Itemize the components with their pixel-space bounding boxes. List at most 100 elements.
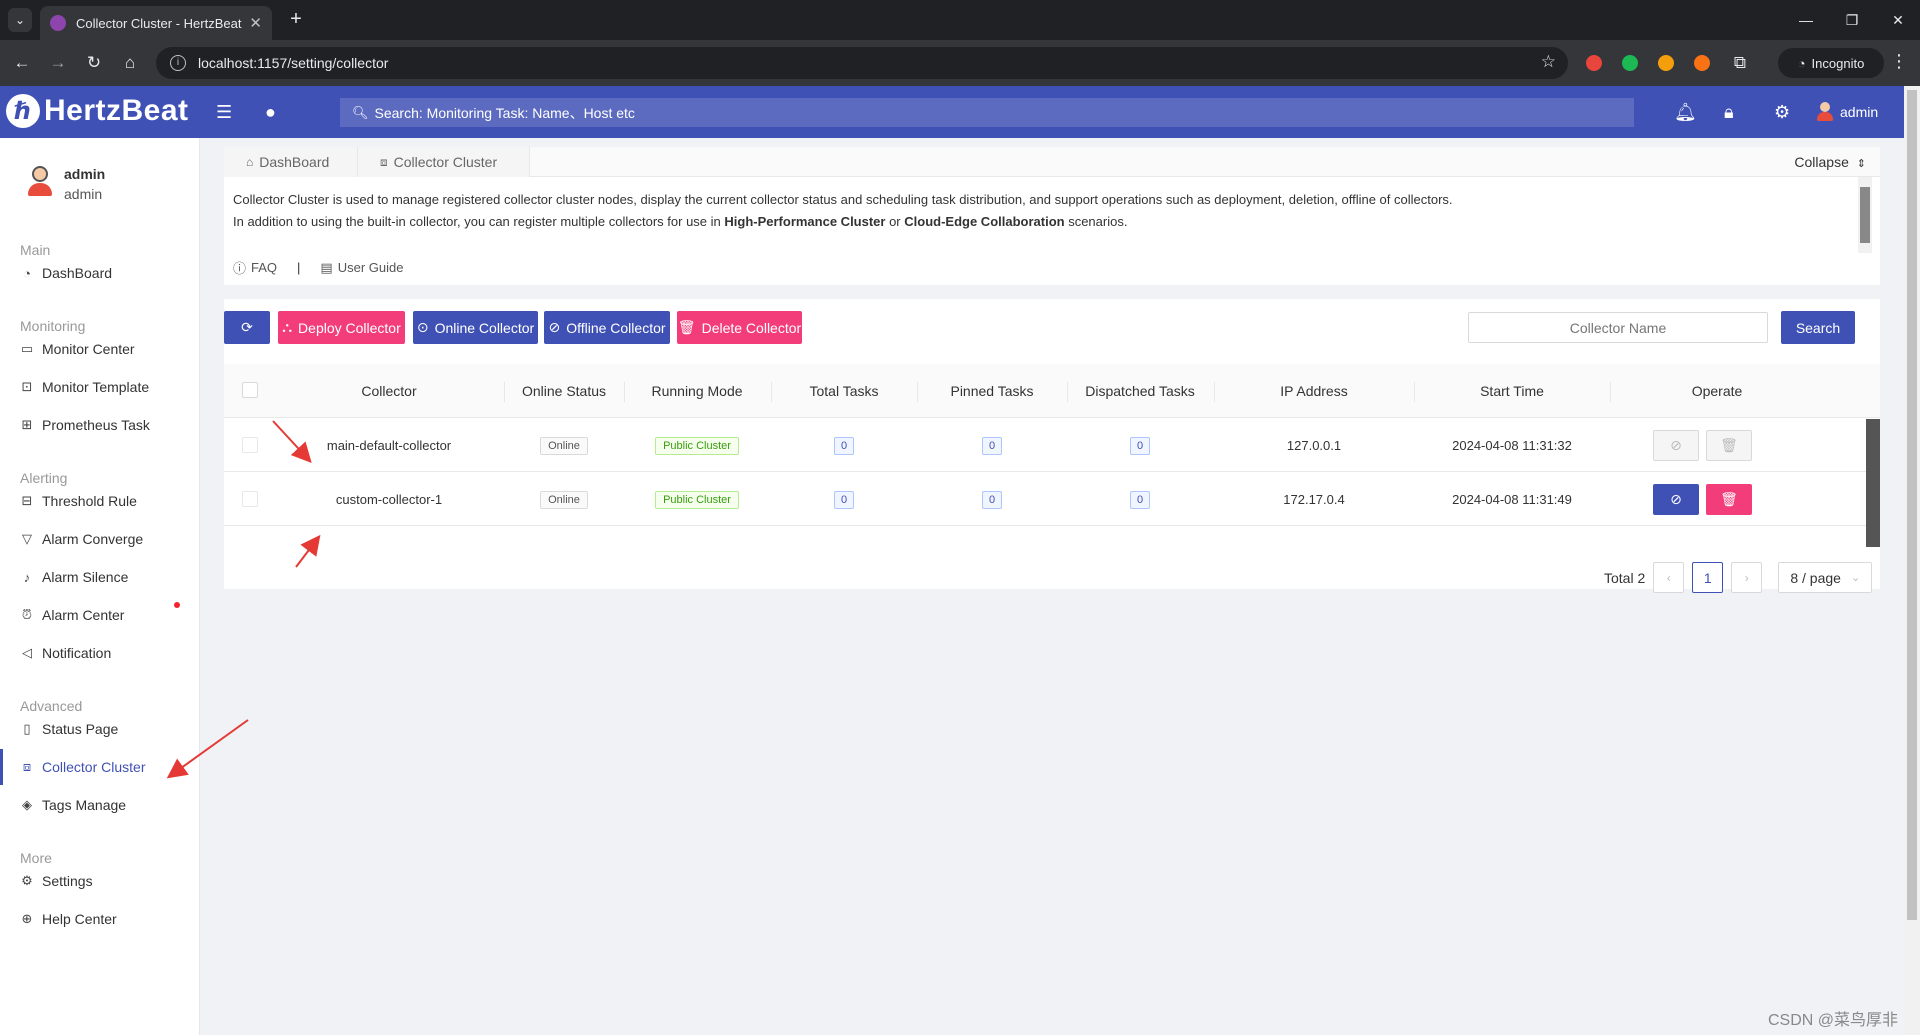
extension-2-icon[interactable] [1622, 55, 1638, 71]
chevron-left-icon: ‹ [1666, 570, 1671, 585]
tab-search-icon[interactable]: ⌄ [8, 8, 32, 32]
extensions-puzzle-icon[interactable]: ⧉ [1728, 51, 1752, 75]
table-scrollbar[interactable] [1866, 419, 1880, 547]
sidebar-item-alarm-converge[interactable]: ▽ Alarm Converge [0, 521, 199, 557]
col-total-tasks[interactable]: Total Tasks [771, 364, 917, 418]
incognito-badge[interactable]: ◔ Incognito [1778, 48, 1884, 78]
table-header: Collector Online Status Running Mode Tot… [224, 364, 1880, 418]
table-row: main-default-collector Online Public Clu… [224, 419, 1880, 472]
sidebar-item-threshold-rule[interactable]: ⊟ Threshold Rule [0, 483, 199, 519]
menu-toggle-icon[interactable]: ☰ [216, 102, 232, 122]
sidebar-item-alarm-silence[interactable]: ♪ Alarm Silence [0, 559, 199, 595]
check-circle-icon: ⊘ [548, 319, 561, 335]
sidebar-item-dashboard[interactable]: ◔ DashBoard [0, 255, 199, 291]
minimize-icon[interactable]: — [1786, 8, 1826, 32]
browser-menu-icon[interactable]: ⋮ [1890, 51, 1908, 72]
offline-row-button[interactable]: ⊘ [1653, 430, 1699, 461]
sidebar-item-monitor-center[interactable]: ▭ Monitor Center [0, 331, 199, 367]
global-search[interactable]: 🔍︎ Search: Monitoring Task: Name、Host et… [340, 98, 1634, 127]
dispatched-tasks-count: 0 [1129, 436, 1151, 455]
description-scrollbar[interactable] [1858, 177, 1872, 253]
logo[interactable]: ℏ HertzBeat [6, 94, 189, 128]
browser-tab[interactable]: Collector Cluster - HertzBeat ✕ [40, 6, 272, 40]
sidebar-item-prometheus-task[interactable]: ⊞ Prometheus Task [0, 407, 199, 443]
refresh-button[interactable]: ⟳ [224, 311, 270, 344]
collapse-button[interactable]: Collapse ⇕ [1794, 154, 1866, 170]
window-close-icon[interactable]: ✕ [1878, 8, 1918, 32]
col-online-status[interactable]: Online Status [504, 364, 624, 418]
description-links: ⓘ FAQ | ▤ User Guide [233, 258, 403, 277]
bookmark-star-icon[interactable]: ☆ [1541, 52, 1556, 72]
sidebar-item-alarm-center[interactable]: ⏰︎ Alarm Center [0, 597, 199, 633]
sidebar-item-collector-cluster[interactable]: ⧈ Collector Cluster [0, 749, 199, 785]
deploy-icon: ⛬ [282, 319, 293, 335]
delete-row-button[interactable]: 🗑︎ [1706, 484, 1752, 515]
user-role: admin [64, 186, 103, 202]
close-tab-icon[interactable]: ✕ [249, 14, 262, 32]
col-running-mode[interactable]: Running Mode [624, 364, 770, 418]
github-icon[interactable]: ● [265, 102, 276, 122]
globe-icon: ⊕ [21, 911, 33, 926]
search-button[interactable]: Search [1781, 311, 1855, 344]
home-icon[interactable]: ⌂ [118, 51, 142, 75]
next-page-button[interactable]: › [1731, 562, 1763, 593]
offline-collector-button[interactable]: ⊘ Offline Collector [544, 311, 670, 344]
table-icon: ⊞ [21, 417, 33, 432]
incognito-label: Incognito [1811, 55, 1865, 71]
ip-address: 127.0.0.1 [1286, 438, 1342, 453]
filter-icon: ▽ [22, 531, 32, 546]
tab-dashboard[interactable]: ⌂ DashBoard [224, 147, 358, 177]
sidebar-item-status-page[interactable]: ▯ Status Page [0, 711, 199, 747]
url-text: localhost:1157/setting/collector [198, 55, 389, 71]
reload-icon[interactable]: ↻ [82, 51, 106, 75]
extension-3-icon[interactable] [1658, 55, 1674, 71]
prev-page-button[interactable]: ‹ [1653, 562, 1685, 593]
row-checkbox[interactable] [242, 437, 258, 453]
sidebar-item-tags-manage[interactable]: ◈ Tags Manage [0, 787, 199, 823]
offline-row-button[interactable]: ⊘ [1653, 484, 1699, 515]
header-user[interactable]: admin [1816, 102, 1878, 122]
col-pinned-tasks[interactable]: Pinned Tasks [917, 364, 1067, 418]
sidebar-user: admin admin [26, 166, 105, 202]
site-info-icon[interactable]: i [170, 55, 186, 71]
col-start-time[interactable]: Start Time [1414, 364, 1610, 418]
user-guide-link[interactable]: User Guide [338, 260, 404, 275]
collector-name-input[interactable] [1468, 312, 1768, 343]
sidebar-item-monitor-template[interactable]: ⊡ Monitor Template [0, 369, 199, 405]
cluster-icon: ⧈ [380, 154, 388, 169]
gear-icon[interactable]: ⚙ [1774, 102, 1790, 122]
new-tab-icon[interactable]: + [284, 8, 308, 32]
address-bar[interactable]: i localhost:1157/setting/collector ☆ [156, 47, 1568, 79]
col-ip-address[interactable]: IP Address [1214, 364, 1414, 418]
row-checkbox[interactable] [242, 491, 258, 507]
tab-collector-cluster[interactable]: ⧈ Collector Cluster [358, 147, 530, 177]
select-all-checkbox[interactable] [242, 382, 258, 398]
sidebar-item-notification[interactable]: ◁ Notification [0, 635, 199, 671]
extension-1-icon[interactable] [1586, 55, 1602, 71]
page-scrollbar[interactable] [1904, 86, 1920, 1035]
bell-icon[interactable]: 🔔︎ [1674, 102, 1697, 122]
page-size-select[interactable]: 8 / page ⌄ [1778, 562, 1873, 593]
browser-tab-title: Collector Cluster - HertzBeat [76, 15, 242, 31]
forward-icon[interactable]: → [46, 51, 70, 75]
faq-link[interactable]: FAQ [251, 260, 277, 275]
restore-icon[interactable]: ❐ [1832, 8, 1872, 32]
status-badge: Online [540, 436, 588, 455]
total-tasks-count: 0 [833, 490, 855, 509]
back-icon[interactable]: ← [10, 51, 34, 75]
sidebar-item-help-center[interactable]: ⊕ Help Center [0, 901, 199, 937]
settings-icon: ⚙ [21, 873, 33, 888]
sidebar-item-settings[interactable]: ⚙ Settings [0, 863, 199, 899]
deploy-collector-button[interactable]: ⛬ Deploy Collector [278, 311, 405, 344]
description-line-1: Collector Cluster is used to manage regi… [233, 192, 1453, 207]
chevron-down-icon: ⌄ [1850, 572, 1861, 584]
lock-icon[interactable]: 🔒︎ [1724, 102, 1734, 122]
extension-4-icon[interactable] [1694, 55, 1710, 71]
delete-collector-button[interactable]: 🗑︎ Delete Collector [677, 311, 802, 344]
page-number-button[interactable]: 1 [1692, 562, 1724, 593]
collector-name: custom-collector-1 [335, 492, 443, 507]
online-collector-button[interactable]: ⊙ Online Collector [413, 311, 538, 344]
col-collector[interactable]: Collector [276, 364, 502, 418]
col-dispatched-tasks[interactable]: Dispatched Tasks [1067, 364, 1213, 418]
delete-row-button[interactable]: 🗑︎ [1706, 430, 1752, 461]
